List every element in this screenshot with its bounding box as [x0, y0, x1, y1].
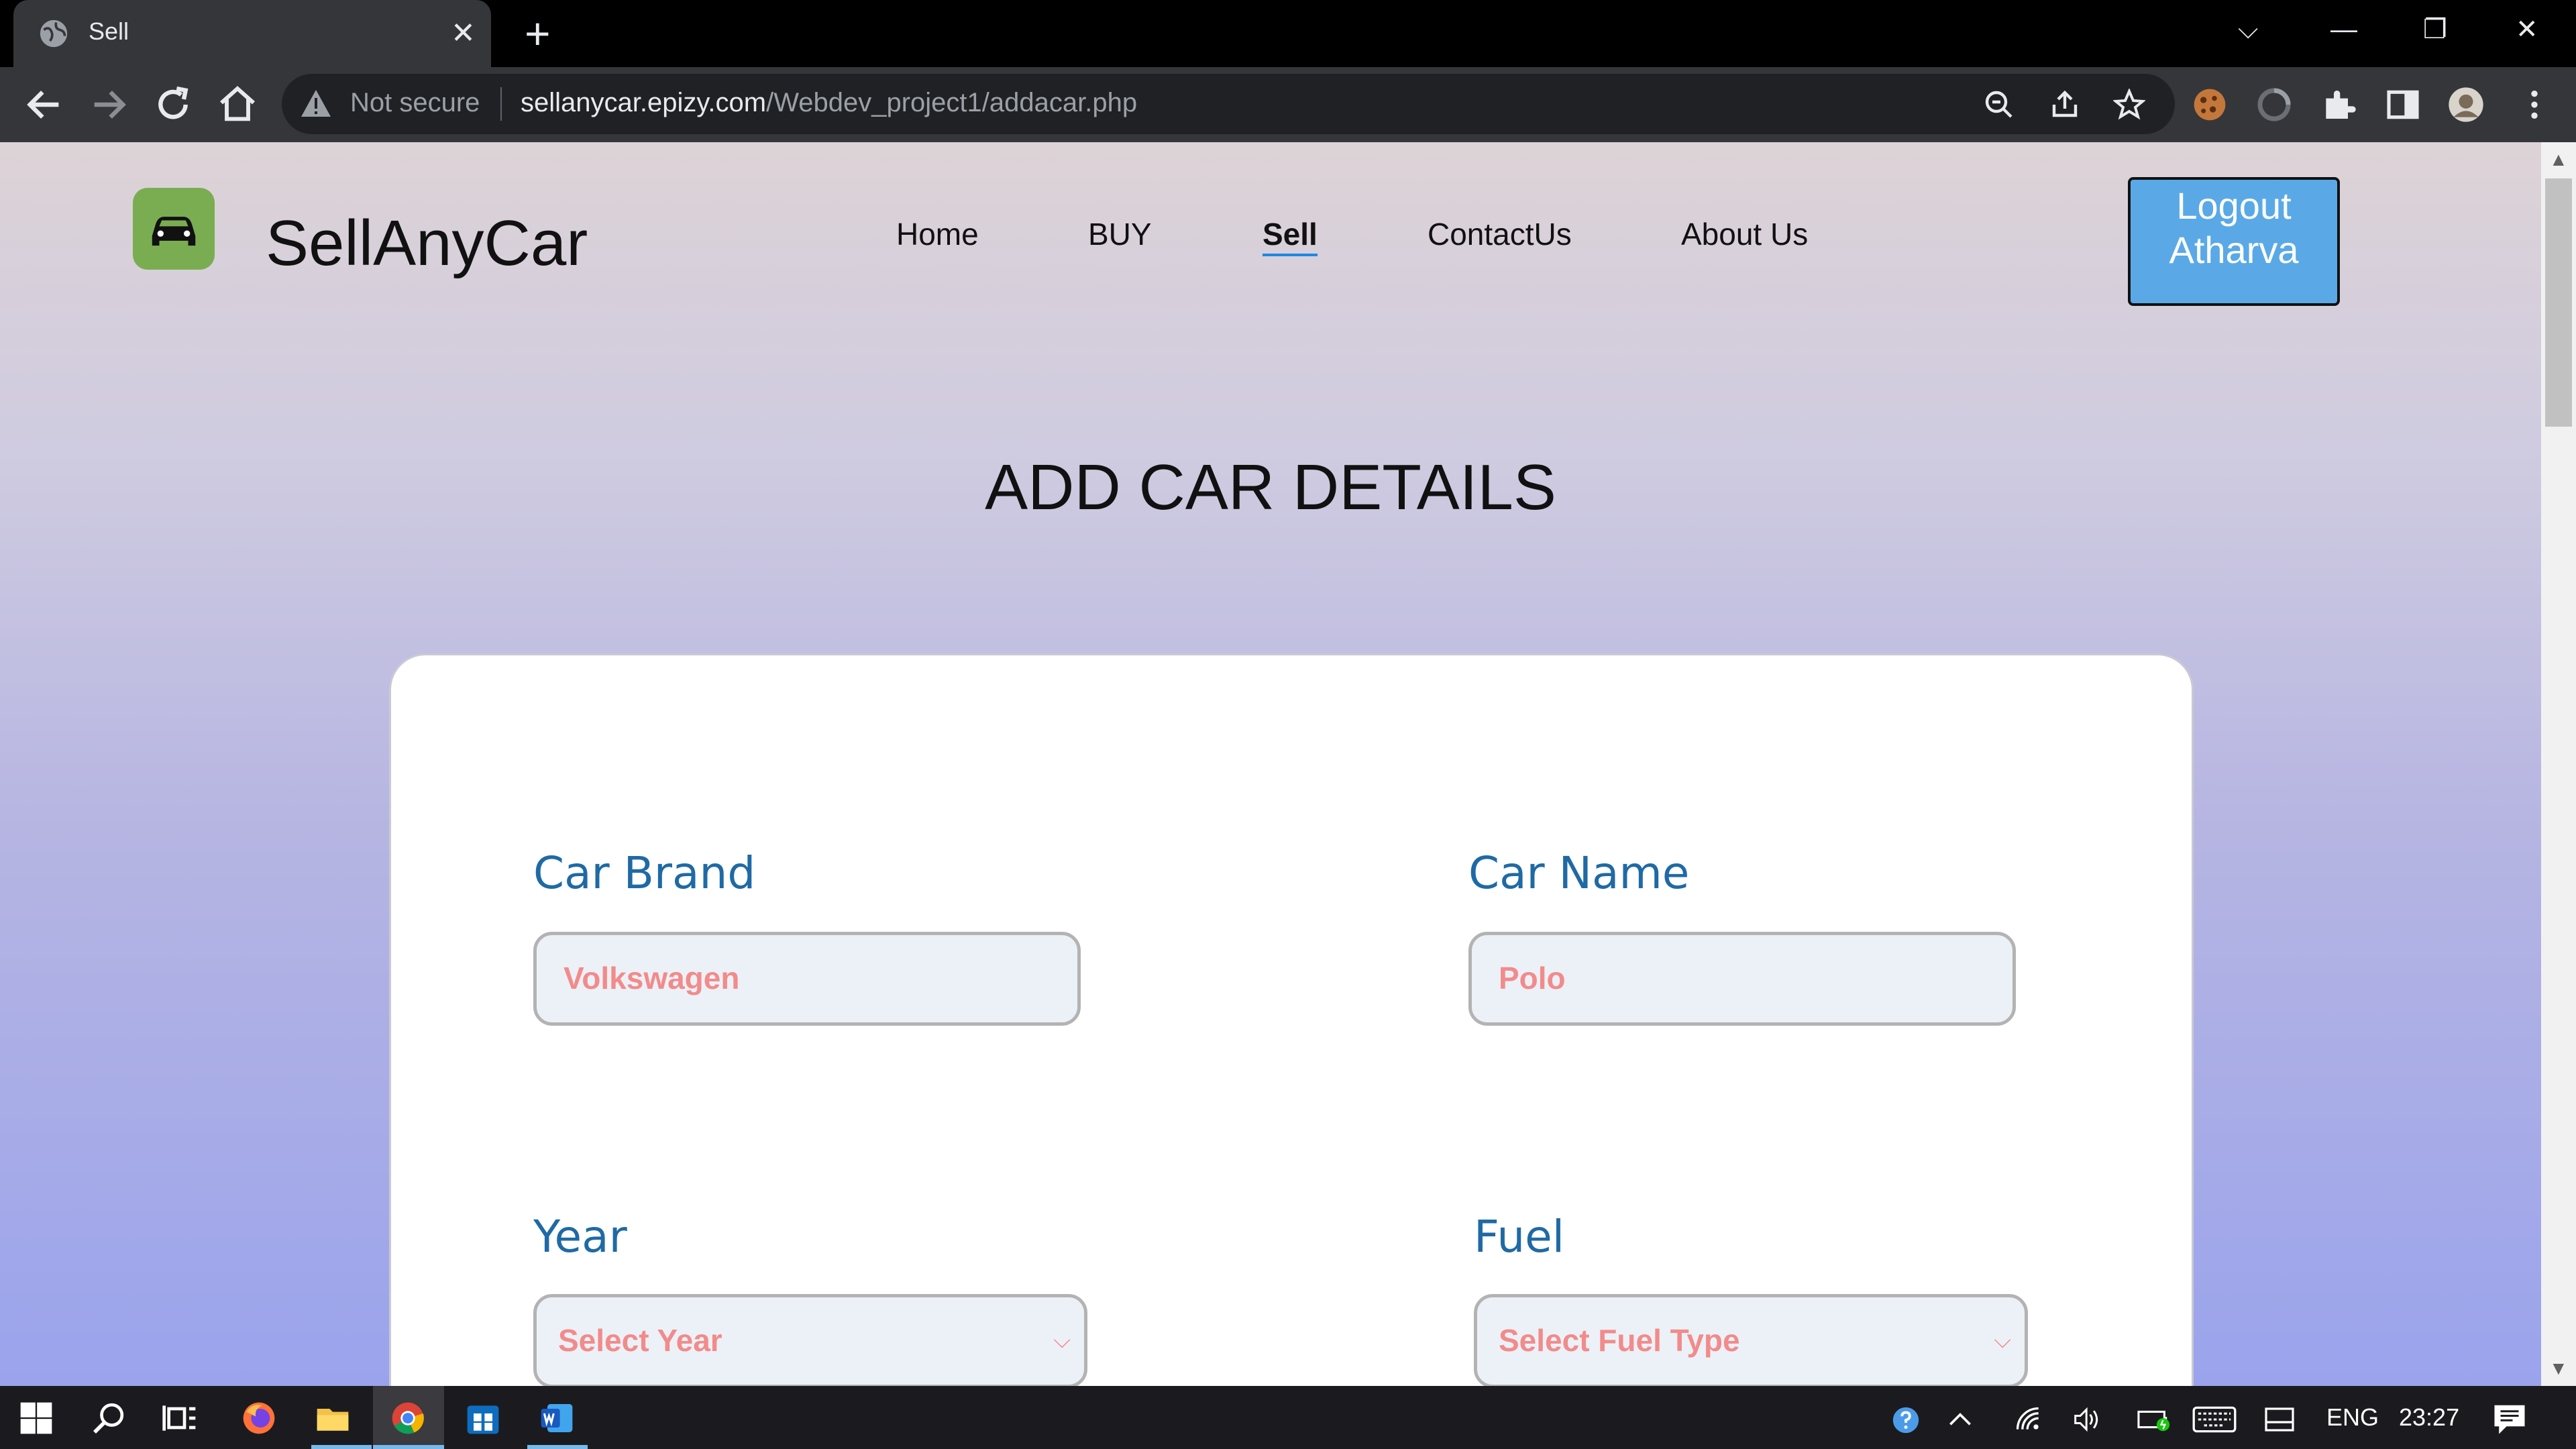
- search-icon[interactable]: [90, 1399, 127, 1437]
- notification-icon[interactable]: [2491, 1402, 2528, 1436]
- cookie-extension-icon[interactable]: [2191, 86, 2229, 123]
- tray-chevron-up-icon[interactable]: [1945, 1405, 1975, 1434]
- window-close-button[interactable]: ✕: [2516, 12, 2538, 47]
- year-select-value: Select Year: [558, 1323, 722, 1358]
- url-separator: [500, 87, 502, 121]
- car-name-input[interactable]: Polo: [1468, 932, 2016, 1026]
- bookmark-star-icon[interactable]: [2113, 89, 2145, 121]
- scrollbar-thumb[interactable]: [2545, 178, 2572, 427]
- side-panel-icon[interactable]: [2384, 86, 2422, 123]
- reload-icon[interactable]: [152, 83, 195, 126]
- word-running-indicator: [527, 1445, 588, 1449]
- help-icon[interactable]: [1890, 1405, 1921, 1436]
- year-select[interactable]: Select Year ⌵: [533, 1294, 1087, 1386]
- page-title: ADD CAR DETAILS: [985, 451, 1556, 523]
- nav-about-us[interactable]: About Us: [1681, 216, 1808, 252]
- nav-contactus[interactable]: ContactUs: [1428, 216, 1572, 252]
- car-name-label: Car Name: [1468, 847, 1690, 899]
- fuel-select-value: Select Fuel Type: [1499, 1323, 1740, 1358]
- url-path: /Webdev_project1/addacar.php: [766, 88, 1138, 117]
- nav-home[interactable]: Home: [896, 216, 979, 252]
- year-label: Year: [533, 1211, 627, 1263]
- wifi-icon[interactable]: [2014, 1405, 2043, 1434]
- new-tab-button[interactable]: +: [525, 9, 551, 58]
- fuel-select[interactable]: Select Fuel Type ⌵: [1474, 1294, 2028, 1386]
- tab-title: Sell: [89, 17, 129, 45]
- word-icon[interactable]: [538, 1399, 576, 1437]
- tablet-mode-icon[interactable]: [2263, 1406, 2296, 1433]
- page-content: SellAnyCar Home BUY Sell ContactUs About…: [0, 142, 2541, 1386]
- home-icon[interactable]: [216, 83, 259, 126]
- keyboard-icon[interactable]: [2192, 1405, 2237, 1434]
- brand-name[interactable]: SellAnyCar: [266, 207, 588, 280]
- site-logo[interactable]: [133, 188, 215, 270]
- url-host: sellanycar.epizy.com: [521, 88, 767, 117]
- car-brand-label: Car Brand: [533, 847, 756, 899]
- browser-tab[interactable]: [13, 0, 491, 67]
- url-text[interactable]: sellanycar.epizy.com/Webdev_project1/add…: [521, 88, 1137, 118]
- explorer-running-indicator: [311, 1445, 372, 1449]
- scroll-down-arrow-icon[interactable]: ▼: [2549, 1358, 2568, 1379]
- chevron-down-icon: ⌵: [1994, 1328, 2011, 1353]
- car-brand-input[interactable]: Volkswagen: [533, 932, 1081, 1026]
- chrome-menu-icon[interactable]: [2516, 86, 2553, 123]
- tab-search-icon[interactable]: ⌵: [2238, 12, 2258, 47]
- fuel-label: Fuel: [1474, 1211, 1565, 1263]
- not-secure-label[interactable]: Not secure: [350, 88, 480, 118]
- zoom-icon[interactable]: [1983, 89, 2015, 121]
- language-indicator[interactable]: ENG: [2326, 1403, 2379, 1432]
- chevron-down-icon: ⌵: [1053, 1328, 1071, 1353]
- tab-close-icon[interactable]: ✕: [451, 16, 476, 51]
- microsoft-store-icon[interactable]: [464, 1399, 502, 1437]
- minimize-button[interactable]: —: [2330, 12, 2357, 47]
- add-car-form: Car Brand Volkswagen Car Name Polo Year …: [389, 653, 2194, 1386]
- clock[interactable]: 23:27: [2399, 1403, 2459, 1432]
- sync-extension-icon[interactable]: [2255, 86, 2293, 123]
- share-icon[interactable]: [2049, 89, 2081, 121]
- scroll-up-arrow-icon[interactable]: ▲: [2549, 149, 2568, 170]
- back-arrow-icon[interactable]: [23, 83, 66, 126]
- nav-sell[interactable]: Sell: [1263, 216, 1318, 256]
- extensions-puzzle-icon[interactable]: [2320, 86, 2357, 123]
- battery-icon[interactable]: [2137, 1406, 2171, 1433]
- task-view-icon[interactable]: [161, 1399, 199, 1437]
- chrome-icon[interactable]: [389, 1399, 427, 1437]
- logout-label: Logout: [2176, 184, 2292, 227]
- warning-icon[interactable]: [299, 89, 333, 118]
- firefox-icon[interactable]: [240, 1399, 278, 1437]
- logout-button[interactable]: Logout Atharva: [2128, 177, 2340, 306]
- car-icon: [152, 217, 196, 246]
- volume-icon[interactable]: [2072, 1405, 2104, 1434]
- logout-username: Atharva: [2169, 229, 2299, 271]
- forward-arrow-icon[interactable]: [87, 83, 130, 126]
- chrome-running-indicator: [373, 1445, 444, 1449]
- windows-start-icon[interactable]: [17, 1399, 55, 1437]
- restore-button[interactable]: ❐: [2423, 12, 2447, 47]
- file-explorer-icon[interactable]: [314, 1399, 352, 1437]
- nav-buy[interactable]: BUY: [1088, 216, 1152, 252]
- globe-icon: [40, 19, 68, 48]
- profile-avatar-icon[interactable]: [2447, 86, 2485, 123]
